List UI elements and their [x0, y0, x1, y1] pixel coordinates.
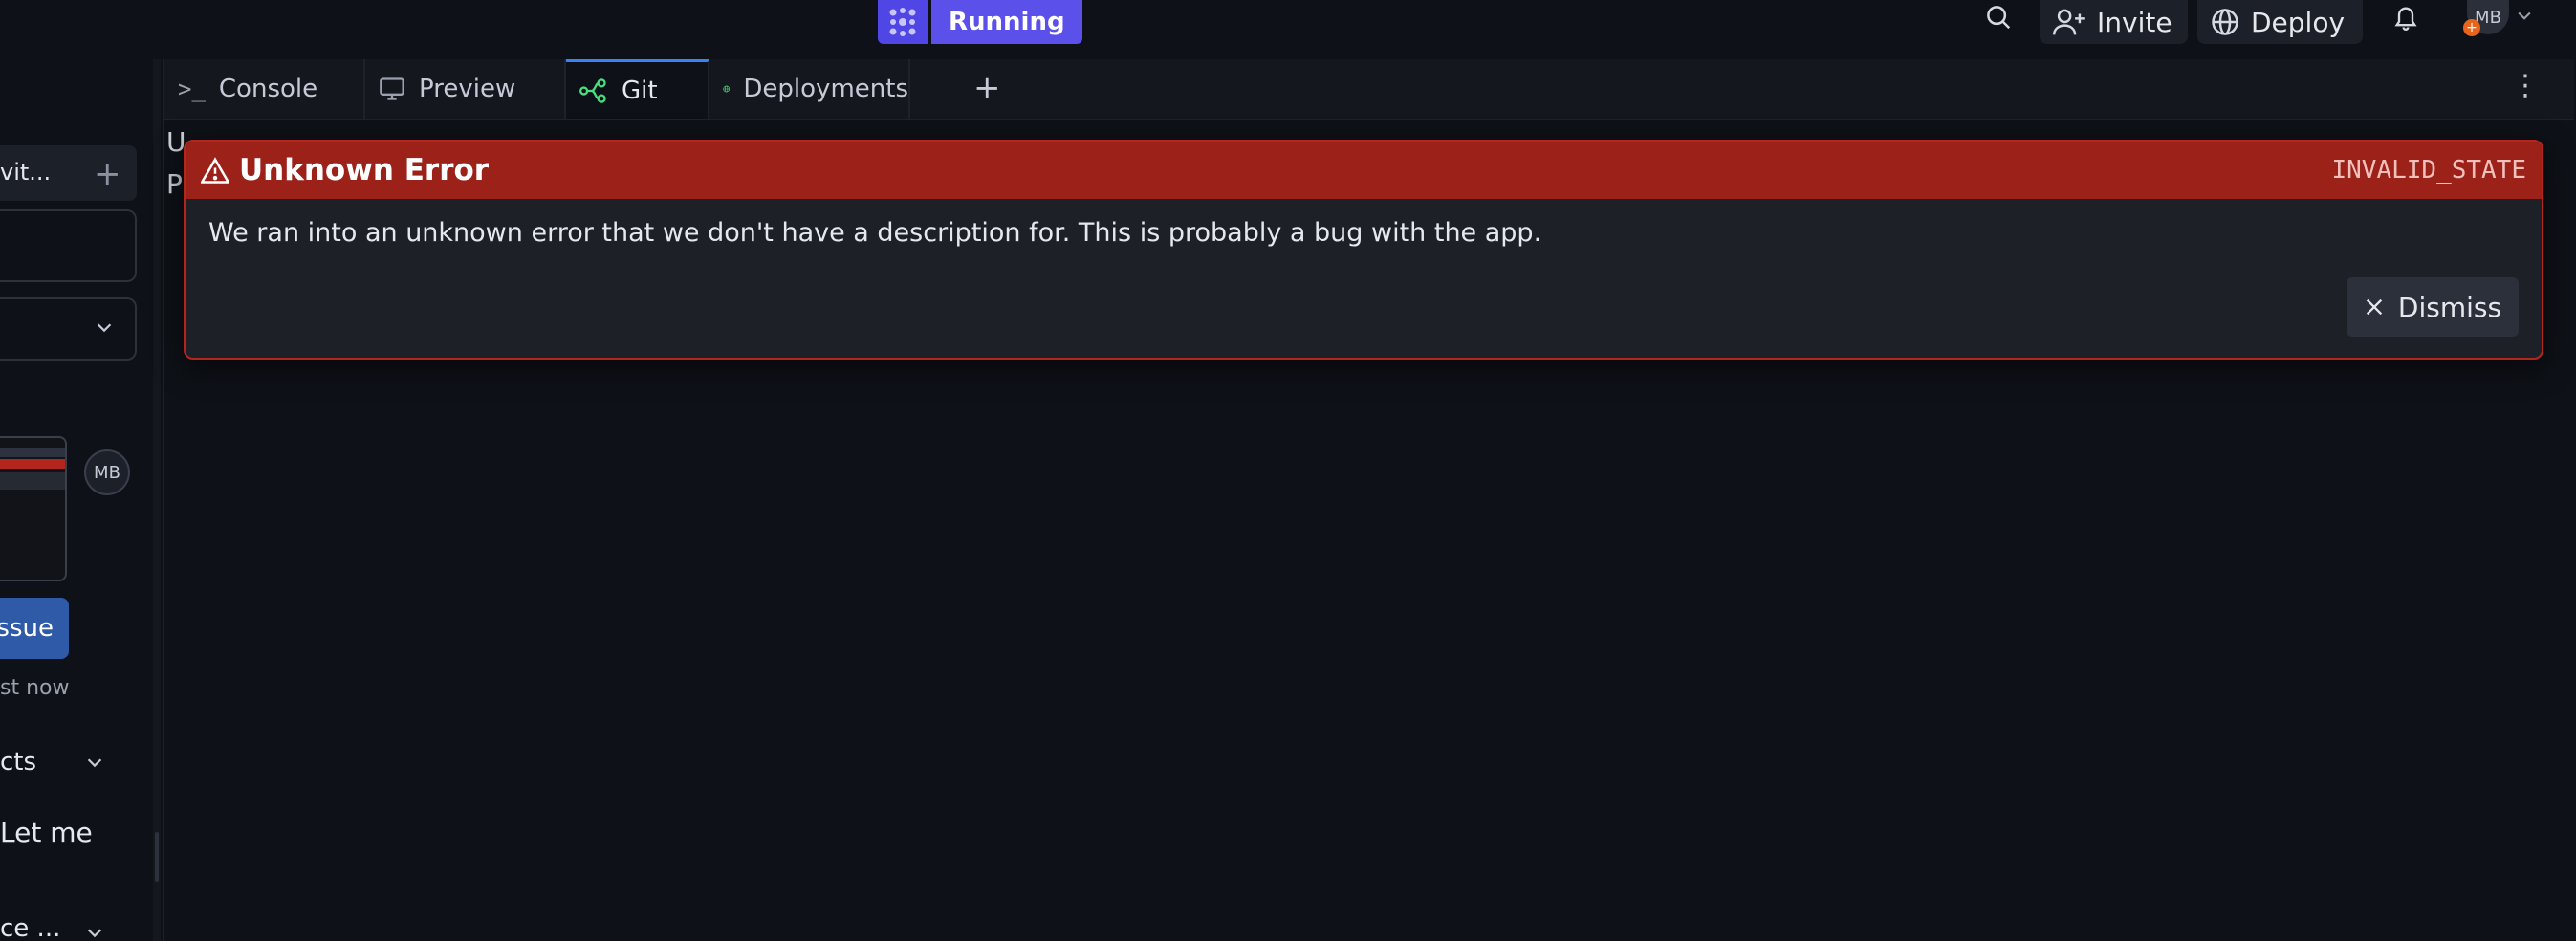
add-user-icon	[2053, 9, 2085, 35]
error-title: Unknown Error	[239, 153, 490, 187]
error-message: We ran into an unknown error that we don…	[208, 218, 1542, 248]
deploy-label: Deploy	[2251, 6, 2346, 38]
invite-button[interactable]: Invite	[2040, 0, 2188, 44]
message-text: Let me	[0, 817, 93, 848]
globe-icon	[2212, 9, 2238, 35]
add-tab-icon[interactable]: +	[973, 69, 1001, 107]
timestamp: st now	[0, 676, 70, 700]
chevron-down-icon[interactable]	[2515, 6, 2534, 29]
terminal-icon: >_	[178, 76, 206, 102]
grid-dots-icon	[889, 8, 916, 36]
sidebar-item-active[interactable]: vit... +	[0, 145, 137, 201]
avatar-badge: +	[2463, 19, 2480, 36]
pane-divider[interactable]	[153, 59, 161, 941]
left-sidebar: vit... + MB ssue st now cts Let me ce ..…	[0, 59, 153, 941]
more-vertical-icon[interactable]: ⋮	[2511, 69, 2540, 102]
sidebar-input[interactable]	[0, 209, 137, 282]
tab-label: Git	[622, 76, 658, 105]
monitor-icon	[380, 77, 404, 100]
run-icon[interactable]	[878, 0, 928, 44]
main-pane: >_ Console Preview Git Deployments + ⋮ U…	[163, 59, 2574, 941]
run-group: Running	[878, 0, 1082, 44]
tab-preview[interactable]: Preview	[365, 59, 566, 119]
section-label[interactable]: cts	[0, 748, 36, 777]
warning-icon	[201, 157, 229, 184]
screenshot-thumbnail[interactable]	[0, 436, 67, 581]
globe-icon	[723, 85, 731, 93]
chevron-down-icon[interactable]	[84, 752, 105, 777]
chevron-down-icon	[94, 317, 115, 341]
sidebar-item-label: vit...	[0, 159, 52, 186]
git-branch-icon	[579, 77, 606, 103]
chevron-down-icon[interactable]	[84, 922, 105, 941]
tab-bar: >_ Console Preview Git Deployments + ⋮	[164, 59, 2574, 120]
invite-label: Invite	[2097, 6, 2172, 38]
deploy-button[interactable]: Deploy	[2197, 0, 2363, 44]
tab-label: Console	[218, 75, 318, 103]
background-text: P	[166, 168, 183, 200]
dismiss-label: Dismiss	[2397, 291, 2502, 323]
plus-icon[interactable]: +	[94, 155, 121, 193]
tab-label: Deployments	[743, 75, 908, 103]
tab-deployments[interactable]: Deployments	[709, 59, 910, 119]
issue-button[interactable]: ssue	[0, 598, 69, 659]
dismiss-button[interactable]: Dismiss	[2347, 277, 2519, 337]
resize-handle[interactable]	[155, 832, 159, 882]
run-button[interactable]: Running	[931, 0, 1082, 44]
close-icon	[2366, 298, 2383, 316]
error-panel: Unknown Error INVALID_STATE We ran into …	[184, 140, 2543, 360]
error-header: Unknown Error INVALID_STATE	[186, 142, 2542, 199]
sidebar-select[interactable]	[0, 297, 137, 361]
bell-icon[interactable]	[2387, 0, 2425, 34]
error-code: INVALID_STATE	[2331, 156, 2527, 185]
tab-git[interactable]: Git	[566, 59, 709, 119]
tab-console[interactable]: >_ Console	[164, 59, 365, 119]
top-bar: Running Invite Deploy MB +	[0, 0, 2576, 59]
avatar: MB	[84, 449, 130, 495]
section-label[interactable]: ce ...	[0, 914, 60, 941]
tab-label: Preview	[419, 75, 516, 103]
search-icon[interactable]	[1979, 0, 2018, 34]
